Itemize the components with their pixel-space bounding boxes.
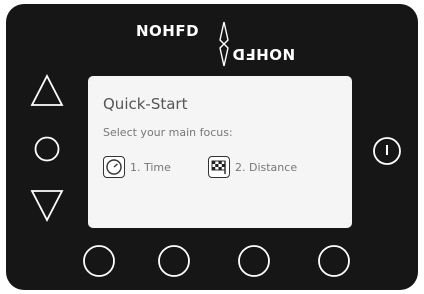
down-button[interactable]: [30, 188, 64, 222]
option-time-label: 1. Time: [130, 160, 171, 174]
option-distance-label: 2. Distance: [235, 160, 298, 174]
checkered-flag-icon: [208, 156, 230, 178]
down-triangle-icon: [30, 190, 64, 222]
bottom-button-2[interactable]: [157, 244, 191, 278]
circle-icon: [238, 245, 270, 277]
bottom-button-4[interactable]: [317, 244, 351, 278]
circle-icon: [83, 245, 115, 277]
screen-subtitle: Select your main focus:: [103, 126, 233, 139]
compass-needle-icon: [219, 21, 229, 67]
logo-word-top: NOHFD: [136, 22, 200, 40]
option-time[interactable]: 1. Time: [103, 154, 171, 180]
logo-word-bottom: NOHFD: [232, 45, 296, 63]
screen-title: Quick-Start: [103, 95, 188, 113]
option-distance[interactable]: 2. Distance: [208, 154, 297, 180]
device-panel: NOHFD NOHFD Quick-Start Select your main…: [6, 4, 418, 290]
circle-icon: [158, 245, 190, 277]
bottom-button-1[interactable]: [82, 244, 116, 278]
circle-icon: [318, 245, 350, 277]
ok-button[interactable]: [34, 136, 60, 162]
display-screen: Quick-Start Select your main focus: 1. T…: [88, 76, 352, 228]
up-triangle-icon: [30, 74, 64, 106]
power-button[interactable]: [372, 136, 402, 166]
up-button[interactable]: [30, 74, 64, 108]
brand-logo: NOHFD NOHFD: [136, 21, 326, 74]
circle-icon: [34, 136, 60, 162]
stopwatch-icon: [103, 156, 125, 178]
bottom-button-3[interactable]: [237, 244, 271, 278]
